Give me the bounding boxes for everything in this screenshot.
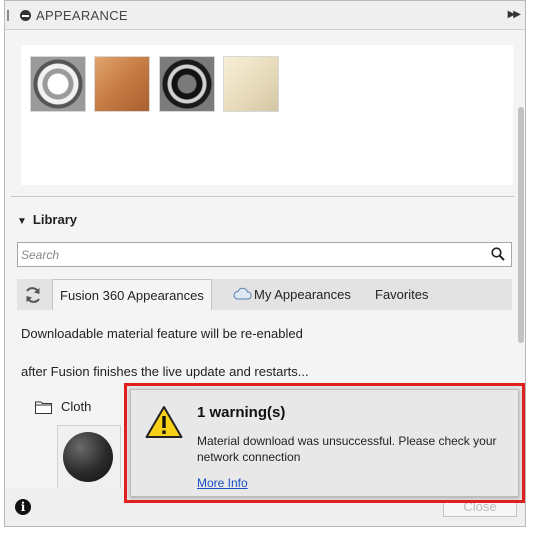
search-icon[interactable] [491, 247, 505, 261]
triangle-down-icon: ▼ [17, 216, 27, 227]
warning-message: Material download was unsuccessful. Plea… [197, 434, 497, 464]
tab-my-appearances-label: My Appearances [254, 287, 351, 302]
vertical-scrollbar[interactable] [518, 107, 524, 343]
library-section-toggle[interactable]: ▼ Library [17, 212, 77, 227]
warning-highlight-frame: 1 warning(s) Material download was unsuc… [124, 383, 525, 503]
wood-cube-swatch[interactable] [94, 56, 150, 112]
library-tabbar: Fusion 360 Appearances My Appearances Fa… [17, 279, 512, 310]
drag-grip-icon[interactable] [7, 10, 9, 21]
dark-chrome-ring-swatch[interactable] [159, 56, 215, 112]
double-chevron-right-icon[interactable]: ▶▶ [508, 9, 521, 20]
collapse-panel-icon[interactable] [20, 10, 31, 21]
folder-cloth-label: Cloth [61, 399, 92, 414]
warning-triangle-icon [145, 406, 183, 438]
warning-title: 1 warning(s) [197, 404, 286, 421]
cream-cube-swatch[interactable] [223, 56, 279, 112]
tab-my-appearances[interactable]: My Appearances [229, 279, 351, 310]
refresh-icon[interactable] [23, 285, 43, 305]
info-icon[interactable]: i [15, 499, 31, 515]
panel-titlebar[interactable]: APPEARANCE ▶▶ [5, 1, 525, 30]
library-message-line-2: after Fusion finishes the live update an… [21, 364, 309, 379]
chrome-ring-swatch[interactable] [30, 56, 86, 112]
tab-favorites[interactable]: Favorites [375, 279, 428, 310]
folder-icon [35, 401, 52, 414]
more-info-link[interactable]: More Info [197, 476, 248, 490]
library-message-line-1: Downloadable material feature will be re… [21, 326, 303, 341]
tab-fusion-360-appearances[interactable]: Fusion 360 Appearances [52, 279, 212, 310]
warning-toast: 1 warning(s) Material download was unsuc… [130, 389, 519, 497]
panel-title: APPEARANCE [36, 8, 128, 23]
section-divider [11, 196, 514, 197]
library-heading: Library [32, 212, 77, 227]
search-input[interactable] [21, 246, 483, 263]
in-use-swatch-area [21, 45, 513, 185]
cloth-material-swatch[interactable] [57, 425, 121, 489]
cloud-icon [233, 287, 252, 300]
library-search-box [17, 242, 512, 267]
